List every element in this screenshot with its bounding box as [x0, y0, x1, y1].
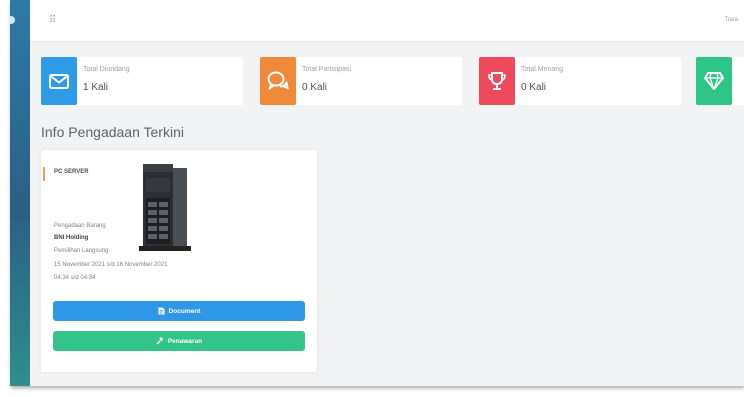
tender-card: PC SERVER Pengadaan Barang BNI Holding P… [41, 150, 317, 372]
tender-time-range: 04:34 s/d 04:34 [54, 275, 96, 281]
stat-card-invited: Total Diundang 1 Kali [41, 57, 243, 105]
document-icon [158, 307, 165, 315]
gavel-icon [156, 337, 164, 345]
topbar: ⠿ Tiara [30, 0, 744, 42]
section-title: Info Pengadaan Terkini [41, 124, 184, 140]
tender-company: BNI Holding [54, 235, 89, 241]
stat-value: 0 Kali [302, 82, 328, 93]
envelope-icon [41, 57, 77, 105]
menu-grip-icon[interactable]: ⠿ [49, 15, 56, 26]
stat-value: 1 Kali [83, 82, 109, 93]
stat-card-won: Total Menang 0 Kali [479, 57, 681, 105]
diamond-icon [696, 57, 732, 105]
sidebar-strip [10, 0, 30, 386]
server-tower-icon [133, 162, 197, 252]
trophy-icon [479, 57, 515, 105]
tender-type: Pengadaan Barang [54, 223, 106, 229]
user-menu[interactable]: Tiara [725, 17, 738, 23]
stat-card-participation: Total Partisipasi 0 Kali [260, 57, 462, 105]
tender-title: PC SERVER [54, 169, 89, 175]
accent-bar [43, 167, 45, 181]
stat-card-partial [696, 57, 744, 105]
app-frame: ⠿ Tiara Total Diundang 1 Kali Total Part… [10, 0, 744, 386]
sidebar-toggle[interactable] [10, 16, 15, 24]
bid-button[interactable]: Penawaran [53, 331, 305, 351]
tender-date-range: 15 November 2021 s/d 16 November 2021 [54, 262, 168, 268]
stat-title: Total Diundang [83, 66, 130, 73]
document-button-label: Document [168, 307, 201, 315]
chat-bubbles-icon [260, 57, 296, 105]
stat-title: Total Menang [521, 66, 564, 73]
bid-button-label: Penawaran [167, 337, 203, 345]
tender-method: Pemilihan Langsung [54, 248, 109, 254]
stat-value: 0 Kali [521, 82, 547, 93]
document-button[interactable]: Document [53, 301, 305, 321]
stat-title: Total Partisipasi [302, 66, 352, 73]
